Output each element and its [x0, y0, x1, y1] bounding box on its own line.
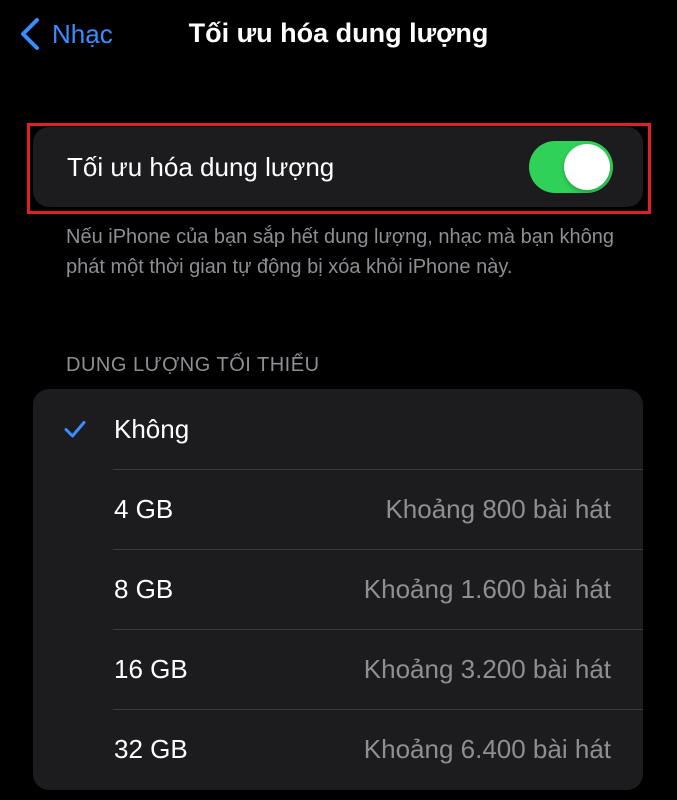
option-detail: Khoảng 800 bài hát: [385, 494, 611, 524]
option-4gb[interactable]: 4 GB Khoảng 800 bài hát: [33, 469, 643, 549]
optimize-storage-switch[interactable]: [529, 141, 613, 193]
option-detail: Khoảng 6.400 bài hát: [363, 734, 611, 764]
checkmark-icon: [64, 421, 86, 438]
option-label: 4 GB: [114, 494, 174, 524]
option-8gb[interactable]: 8 GB Khoảng 1.600 bài hát: [33, 549, 643, 629]
option-16gb[interactable]: 16 GB Khoảng 3.200 bài hát: [33, 629, 643, 709]
option-label: 32 GB: [114, 734, 188, 764]
optimize-storage-label: Tối ưu hóa dung lượng: [67, 152, 335, 182]
optimize-storage-row: Tối ưu hóa dung lượng: [33, 127, 643, 207]
option-label: Không: [114, 414, 190, 444]
optimize-storage-description: Nếu iPhone của bạn sắp hết dung lượng, n…: [66, 226, 615, 278]
option-detail: Khoảng 3.200 bài hát: [363, 654, 611, 684]
section-header-minimum-storage: DUNG LƯỢNG TỐI THIỂU: [66, 354, 320, 376]
page-title: Tối ưu hóa dung lượng: [188, 18, 489, 48]
settings-screen: Nhạc Tối ưu hóa dung lượng Tối ưu hóa du…: [0, 0, 677, 800]
minimum-storage-list: Không 4 GB Khoảng 800 bài hát 8 GB Khoản…: [33, 389, 643, 790]
option-label: 16 GB: [114, 654, 188, 684]
option-label: 8 GB: [114, 574, 174, 604]
switch-knob: [564, 144, 610, 190]
option-none[interactable]: Không: [33, 389, 643, 469]
option-32gb[interactable]: 32 GB Khoảng 6.400 bài hát: [33, 709, 643, 789]
navigation-bar: Nhạc Tối ưu hóa dung lượng: [0, 0, 677, 72]
option-detail: Khoảng 1.600 bài hát: [363, 574, 611, 604]
